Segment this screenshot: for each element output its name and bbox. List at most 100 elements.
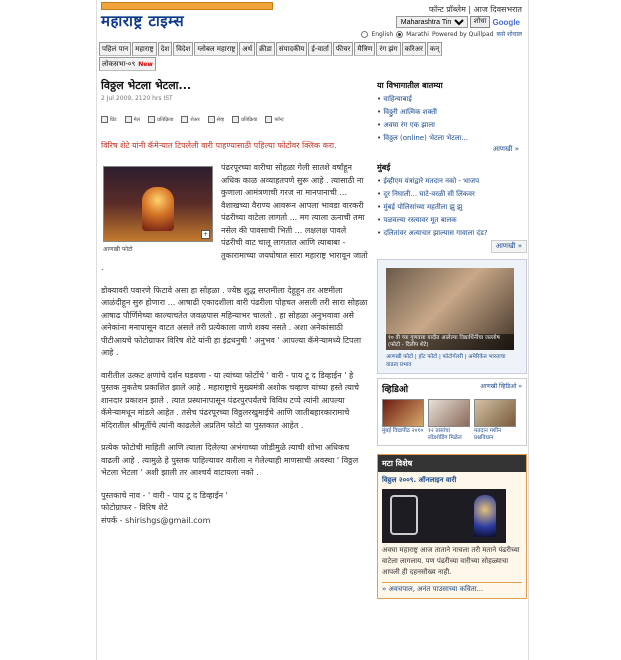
sidebar: या विभागातील बातम्या वाहिन्याबाईविठ्ठुरी… (377, 78, 527, 599)
article-tool[interactable]: सेव्ह (207, 116, 225, 123)
zoom-icon[interactable]: + (201, 230, 210, 239)
article-tools: प्रिंट मेल प्रतिक्रिया शेअर सेव्ह प्रतिक्रिया… (101, 116, 369, 123)
section-news-box: या विभागातील बातम्या वाहिन्याबाईविठ्ठुरी… (377, 78, 527, 154)
tool-icon (101, 116, 108, 123)
special-foot-link[interactable]: » अवचपाल, अनंत पाउसाच्या कविता... (382, 582, 522, 594)
search-button[interactable]: शोधा (469, 16, 491, 28)
video-caption[interactable]: १२ तासांचा लोडशेडिंग मिळेल (428, 428, 470, 442)
article-photo[interactable]: + आणखी फोटो (103, 166, 215, 257)
nav-tab[interactable]: कन् (426, 42, 443, 56)
paragraph-4: प्रत्येक फोटोची माहिती आणि त्याला दिलेल्… (101, 443, 359, 477)
tool-icon (265, 116, 273, 123)
tool-icon (232, 116, 240, 123)
more-photos-link[interactable]: आणखी फोटो (103, 244, 215, 257)
book-name: पुस्तकाचे नाव - ' वारी - पाय टू द डिव्हा… (101, 490, 228, 500)
news-item[interactable]: विठ्ठुरी आत्मिक शक्ती (377, 106, 527, 119)
tool-icon (181, 116, 189, 123)
news-item[interactable]: पळवल्या रस्त्यावर मूत बालक (377, 214, 527, 227)
section-news-list: वाहिन्याबाईविठ्ठुरी आत्मिक शक्तीअवघा रंग… (377, 93, 527, 145)
nav-tab-loksabha[interactable]: लोकसभा-०९ New (99, 57, 156, 71)
nav-tab[interactable]: ई-वार्ता (308, 42, 332, 56)
nav-tab-label: लोकसभा-०९ (102, 59, 136, 68)
page: महाराष्ट्र टाइम्स फॉन्ट प्रॉब्लेम | आज द… (96, 0, 529, 660)
nav-tab[interactable]: फीचर (332, 42, 354, 56)
language-row: English Marathi Powered by Quillpad कसे … (361, 30, 522, 38)
video-header: व्हिडिओ आणखी व्हिडिओ » (382, 382, 522, 395)
nav-row-primary: पहिलं पान महाराष्ट्र देश विदेश ग्लोबल महाराष… (99, 42, 529, 56)
search-scope-select[interactable]: Maharashtra Times (395, 16, 468, 28)
article-lead[interactable]: विरिष शेटे यांनी कॅमेऱ्यात टिपलेली वारी … (101, 140, 369, 152)
photo-feature-box: १० वी च्या गुणवत्ता यादीत आलेल्या विद्या… (377, 259, 527, 374)
mumbai-news-title: मुंबई (377, 163, 391, 172)
mumbai-news-more-link[interactable]: आणखी » (490, 240, 527, 253)
video-item[interactable]: मुंबई विद्यापीठ २०१० (382, 399, 424, 442)
news-item[interactable]: अवघा रंग एक झाला (377, 119, 527, 132)
special-text: अवघा महाराष्ट्र आज ताताने नाचला तरी मतान… (382, 546, 520, 576)
nav-tab[interactable]: महाराष्ट्र (132, 42, 157, 56)
article-tool[interactable]: प्रतिक्रिया (232, 116, 257, 123)
how-to-search-link[interactable]: कसे शोधाल (496, 30, 522, 38)
video-thumbnail[interactable] (474, 399, 516, 427)
news-item[interactable]: वाहिन्याबाई (377, 93, 527, 106)
english-radio[interactable] (361, 30, 369, 38)
nav-tab[interactable]: अर्थ (239, 42, 256, 56)
logo-bar (101, 2, 273, 10)
video-thumbnail[interactable] (428, 399, 470, 427)
nav-tab[interactable]: संपादकीय (275, 42, 308, 56)
photo-links[interactable]: आणखी फोटो | हॉट फोटो | फोटोगॅलरी | अमेरि… (386, 353, 518, 369)
nav-tab[interactable]: ग्लोबल महाराष्ट्र (194, 42, 239, 56)
news-item[interactable]: दूर निघाली... घाटे-वरळी सी लिंकवर (377, 188, 527, 201)
special-title: मटा विशेष (378, 455, 526, 472)
article-tool[interactable]: प्रतिक्रिया (148, 116, 173, 123)
english-label: English (371, 30, 394, 38)
article-tool[interactable]: प्रिंट (101, 116, 117, 123)
video-caption[interactable]: मतदान मशीन प्रश्नविधान (474, 428, 516, 442)
video-title: व्हिडिओ (382, 385, 409, 395)
tool-label: शेअर (190, 116, 200, 123)
article-tool[interactable]: शेअर (181, 116, 200, 123)
top-links[interactable]: फॉन्ट प्रॉब्लेम | आज दिवसभरात (429, 4, 522, 15)
vitthal-figure (474, 495, 496, 537)
news-item[interactable]: मुंबई पोलिसांच्या महतीला झु झु (377, 201, 527, 214)
header: महाराष्ट्र टाइम्स फॉन्ट प्रॉब्लेम | आज द… (97, 0, 528, 42)
tool-icon (148, 116, 156, 123)
nav-tab[interactable]: मैत्रिण (354, 42, 376, 56)
news-item[interactable]: विठ्ठल (online) भेटला भेटला... (377, 132, 527, 145)
article-column: विठ्ठल भेटला भेटला... 2 Jul 2009, 2120 h… (101, 78, 369, 527)
more-videos-link[interactable]: आणखी व्हिडिओ » (480, 382, 522, 395)
video-item[interactable]: १२ तासांचा लोडशेडिंग मिळेल (428, 399, 470, 442)
nav-tab[interactable]: पहिलं पान (99, 42, 132, 56)
special-banner[interactable] (382, 489, 506, 543)
vitthal-photo[interactable]: + (103, 166, 213, 242)
paragraph-2: डोक्यावरी पवारणे फिटावे असा हा सोहळा . ज… (101, 285, 368, 358)
feature-photo-caption: १० वी च्या गुणवत्ता यादीत आलेल्या विद्या… (386, 334, 514, 350)
article-body: + आणखी फोटो पंढरपूरच्या वारीचा सोहळा गेल… (101, 162, 369, 275)
nav-tab[interactable]: रंग झंग (376, 42, 401, 56)
nav-tab[interactable]: विदेश (173, 42, 194, 56)
main-nav: पहिलं पान महाराष्ट्र देश विदेश ग्लोबल महाराष… (99, 42, 529, 72)
video-caption[interactable]: मुंबई विद्यापीठ २०१० (382, 428, 424, 435)
tool-icon (124, 116, 132, 123)
tool-label: सेव्ह (216, 116, 225, 123)
tool-label: फॉन्ट (274, 116, 284, 123)
new-badge: New (138, 60, 153, 68)
article-tool[interactable]: मेल (124, 116, 140, 123)
tool-label: प्रिंट (110, 116, 117, 123)
nav-tab[interactable]: करिअर (401, 42, 426, 56)
google-logo: Google (492, 17, 520, 27)
section-news-more-link[interactable]: आणखी » (377, 145, 527, 154)
site-logo[interactable]: महाराष्ट्र टाइम्स (101, 2, 273, 30)
special-link[interactable]: विठ्ठल २००९. ऑनलाइन वारी (382, 476, 522, 485)
article-tool[interactable]: फॉन्ट (265, 116, 284, 123)
feature-photo[interactable]: १० वी च्या गुणवत्ता यादीत आलेल्या विद्या… (386, 268, 514, 350)
article-title: विठ्ठल भेटला भेटला... (101, 79, 192, 92)
marathi-radio[interactable] (396, 30, 404, 38)
video-item[interactable]: मतदान मशीन प्रश्नविधान (474, 399, 516, 442)
mumbai-news-list: ईव्हीएम यंत्रांद्वारे मतदान नको - भाजपदू… (377, 175, 527, 240)
news-item[interactable]: ईव्हीएम यंत्रांद्वारे मतदान नको - भाजप (377, 175, 527, 188)
nav-tab[interactable]: देश (157, 42, 173, 56)
video-box: व्हिडिओ आणखी व्हिडिओ » मुंबई विद्यापीठ २… (377, 378, 527, 446)
nav-tab[interactable]: क्रीडा (256, 42, 275, 56)
video-thumbnail[interactable] (382, 399, 424, 427)
news-item[interactable]: दलितांवर अत्याचार झाल्यास गावाला दंड? (377, 227, 527, 240)
